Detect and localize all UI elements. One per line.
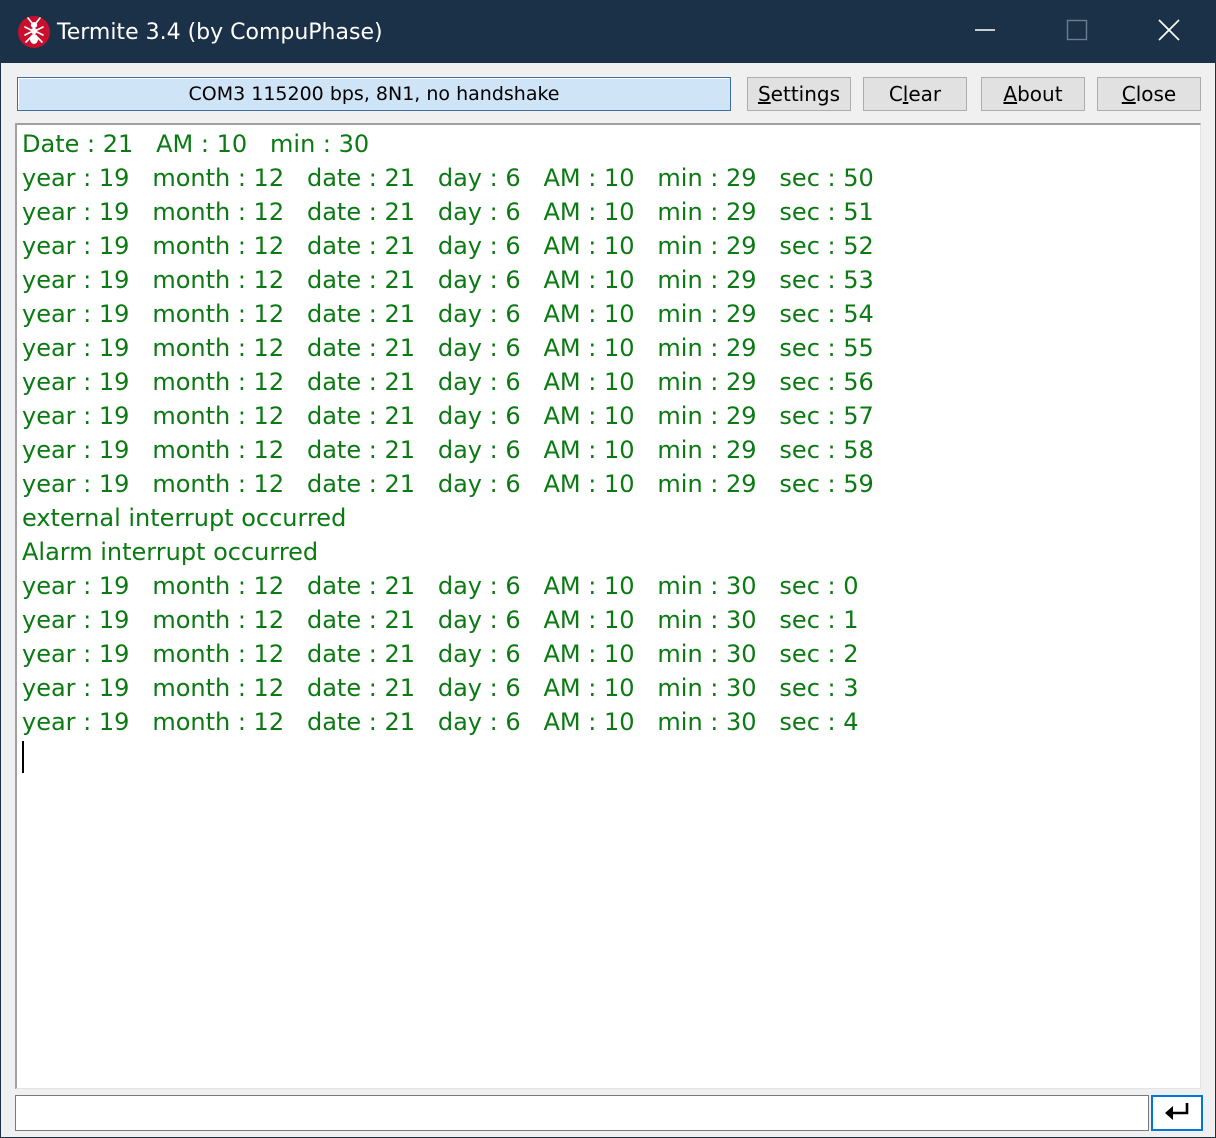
- maximize-icon: [1066, 19, 1088, 45]
- minimize-icon: [974, 19, 996, 45]
- send-input[interactable]: [15, 1095, 1149, 1131]
- close-accelerator: C: [1121, 82, 1136, 106]
- terminal-line: year : 19 month : 12 date : 21 day : 6 A…: [22, 674, 859, 702]
- settings-button[interactable]: Settings: [747, 77, 851, 111]
- clear-button[interactable]: Clear: [863, 77, 967, 111]
- terminal-line: year : 19 month : 12 date : 21 day : 6 A…: [22, 436, 874, 464]
- settings-accelerator: S: [757, 82, 771, 106]
- terminal-line: year : 19 month : 12 date : 21 day : 6 A…: [22, 640, 859, 668]
- send-button[interactable]: [1151, 1095, 1203, 1131]
- clear-label: ear: [908, 82, 942, 106]
- terminal-line: year : 19 month : 12 date : 21 day : 6 A…: [22, 572, 859, 600]
- terminal-line: external interrupt occurred: [22, 504, 347, 532]
- terminal-line: year : 19 month : 12 date : 21 day : 6 A…: [22, 164, 874, 192]
- toolbar: COM3 115200 bps, 8N1, no handshake Setti…: [1, 63, 1215, 123]
- minimize-button[interactable]: [939, 1, 1031, 63]
- terminal-line: year : 19 month : 12 date : 21 day : 6 A…: [22, 334, 874, 362]
- terminal-line: year : 19 month : 12 date : 21 day : 6 A…: [22, 470, 874, 498]
- settings-label: ettings: [770, 82, 841, 106]
- ant-icon[interactable]: [17, 15, 51, 49]
- terminal-line: Alarm interrupt occurred: [22, 538, 319, 566]
- about-button[interactable]: About: [981, 77, 1085, 111]
- close-window-button[interactable]: [1123, 1, 1215, 63]
- terminal-line: year : 19 month : 12 date : 21 day : 6 A…: [22, 266, 874, 294]
- terminal-line: year : 19 month : 12 date : 21 day : 6 A…: [22, 606, 859, 634]
- send-row: [1, 1089, 1215, 1137]
- terminal-line: year : 19 month : 12 date : 21 day : 6 A…: [22, 232, 874, 260]
- window-title: Termite 3.4 (by CompuPhase): [57, 20, 383, 45]
- about-accelerator: A: [1003, 82, 1018, 106]
- close-icon: [1158, 19, 1180, 45]
- terminal-line: year : 19 month : 12 date : 21 day : 6 A…: [22, 300, 874, 328]
- terminal-lines: Date : 21 AM : 10 min : 30 year : 19 mon…: [22, 127, 874, 773]
- enter-arrow-icon: [1163, 1100, 1191, 1126]
- close-label: lose: [1135, 82, 1177, 106]
- title-bar[interactable]: Termite 3.4 (by CompuPhase): [1, 1, 1215, 63]
- text-cursor: [22, 741, 24, 773]
- clear-label-start: C: [888, 82, 903, 106]
- terminal-line: year : 19 month : 12 date : 21 day : 6 A…: [22, 198, 874, 226]
- terminal-line: year : 19 month : 12 date : 21 day : 6 A…: [22, 368, 874, 396]
- terminal-line: year : 19 month : 12 date : 21 day : 6 A…: [22, 708, 859, 736]
- connection-status[interactable]: COM3 115200 bps, 8N1, no handshake: [17, 77, 731, 111]
- terminal-output[interactable]: Date : 21 AM : 10 min : 30 year : 19 mon…: [15, 123, 1201, 1089]
- about-label: bout: [1017, 82, 1063, 106]
- close-button[interactable]: Close: [1097, 77, 1201, 111]
- terminal-line: Date : 21 AM : 10 min : 30: [22, 130, 370, 158]
- maximize-button[interactable]: [1031, 1, 1123, 63]
- termite-window: Termite 3.4 (by CompuPhase) COM3 115200 …: [0, 0, 1216, 1138]
- terminal-line: year : 19 month : 12 date : 21 day : 6 A…: [22, 402, 874, 430]
